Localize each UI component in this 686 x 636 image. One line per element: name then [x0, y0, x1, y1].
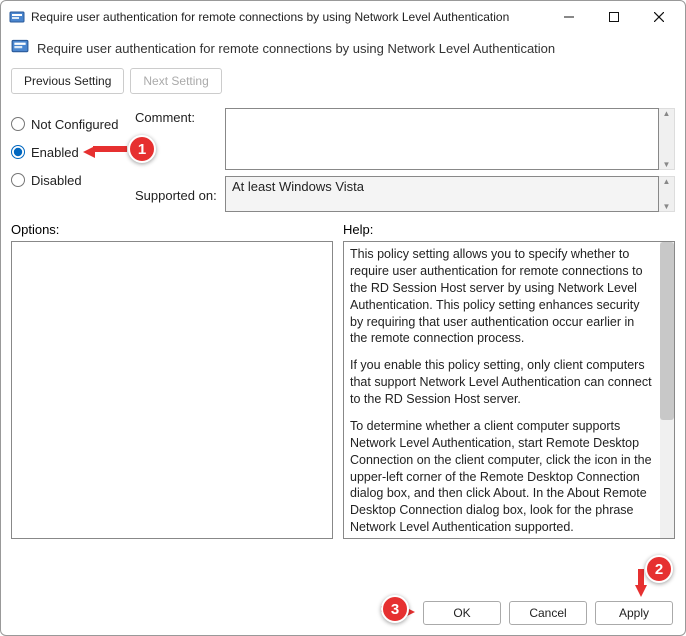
radio-label: Enabled	[31, 145, 79, 160]
dialog-footer: OK Cancel Apply	[423, 601, 673, 625]
window-title: Require user authentication for remote c…	[31, 10, 546, 24]
policy-title: Require user authentication for remote c…	[37, 41, 555, 56]
config-section: Not Configured Enabled Disabled Comment:…	[1, 100, 685, 212]
apply-button[interactable]: Apply	[595, 601, 673, 625]
close-button[interactable]	[636, 2, 681, 32]
next-setting-button[interactable]: Next Setting	[130, 68, 221, 94]
radio-enabled-input[interactable]	[11, 145, 25, 159]
scrollbar[interactable]: ▲▼	[659, 176, 675, 212]
supported-value: At least Windows Vista	[225, 176, 659, 212]
radio-group: Not Configured Enabled Disabled	[11, 108, 131, 212]
scrollbar[interactable]: ▲▼	[659, 108, 675, 170]
policy-icon	[11, 37, 29, 60]
titlebar: Require user authentication for remote c…	[1, 1, 685, 33]
annotation-callout-1: 1	[128, 135, 156, 163]
window-controls	[546, 2, 681, 32]
lower-panes: This policy setting allows you to specif…	[1, 241, 685, 539]
policy-icon	[9, 9, 25, 25]
radio-label: Not Configured	[31, 117, 118, 132]
help-label: Help:	[343, 222, 373, 237]
annotation-callout-3: 3	[381, 595, 409, 623]
minimize-button[interactable]	[546, 2, 591, 32]
radio-disabled[interactable]: Disabled	[11, 166, 131, 194]
options-pane[interactable]	[11, 241, 333, 539]
scrollbar-thumb[interactable]	[660, 242, 674, 420]
supported-label: Supported on:	[135, 186, 225, 203]
supported-row: Supported on: At least Windows Vista ▲▼	[135, 176, 675, 212]
radio-not-configured[interactable]: Not Configured	[11, 110, 131, 138]
scrollbar[interactable]	[660, 242, 674, 538]
help-paragraph: To determine whether a client computer s…	[350, 418, 654, 536]
help-text: This policy setting allows you to specif…	[344, 242, 660, 538]
fields: Comment: ▲▼ Supported on: At least Windo…	[135, 108, 675, 212]
maximize-button[interactable]	[591, 2, 636, 32]
radio-not-configured-input[interactable]	[11, 117, 25, 131]
ok-button[interactable]: OK	[423, 601, 501, 625]
comment-label: Comment:	[135, 108, 225, 125]
header: Require user authentication for remote c…	[1, 33, 685, 68]
radio-label: Disabled	[31, 173, 82, 188]
previous-setting-button[interactable]: Previous Setting	[11, 68, 124, 94]
nav-buttons: Previous Setting Next Setting	[1, 68, 685, 100]
help-paragraph: This policy setting allows you to specif…	[350, 246, 654, 347]
comment-row: Comment: ▲▼	[135, 108, 675, 170]
help-paragraph: If you enable this policy setting, only …	[350, 357, 654, 408]
annotation-callout-2: 2	[645, 555, 673, 583]
radio-enabled[interactable]: Enabled	[11, 138, 131, 166]
cancel-button[interactable]: Cancel	[509, 601, 587, 625]
help-pane: This policy setting allows you to specif…	[343, 241, 675, 539]
pane-labels: Options: Help:	[1, 212, 685, 241]
options-label: Options:	[11, 222, 343, 237]
radio-disabled-input[interactable]	[11, 173, 25, 187]
comment-textarea[interactable]	[225, 108, 659, 170]
